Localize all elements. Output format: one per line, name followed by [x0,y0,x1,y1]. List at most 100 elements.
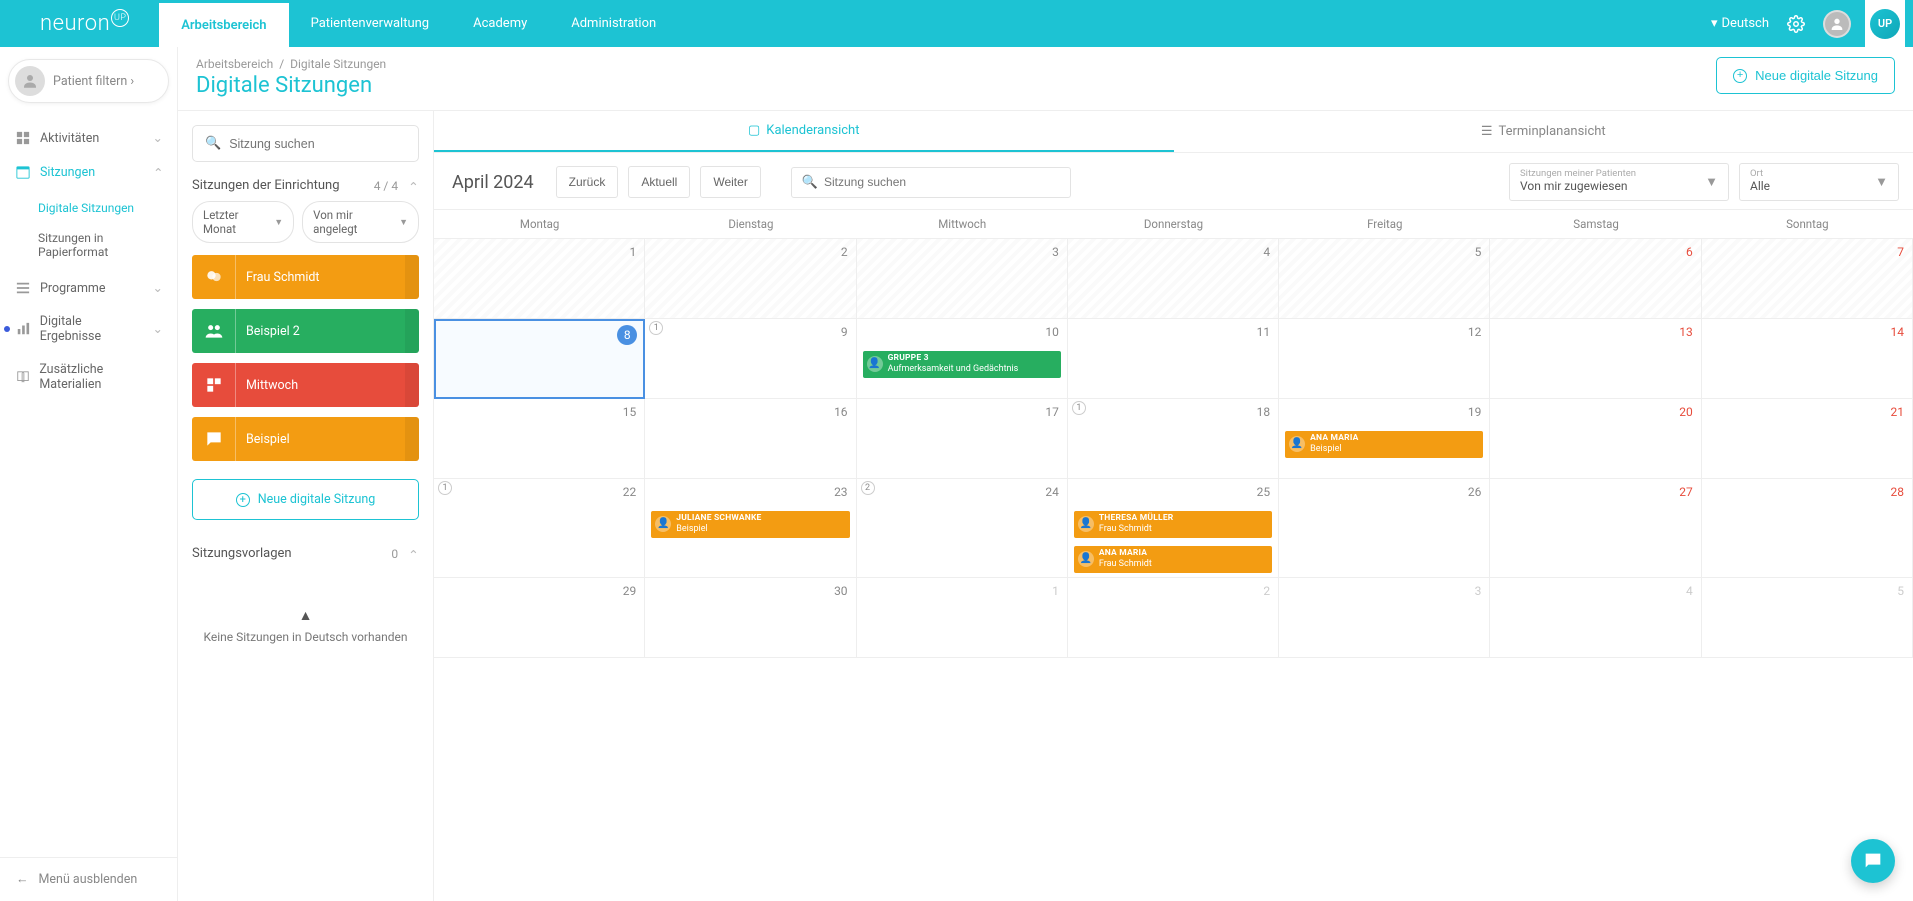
calendar-event[interactable]: 👤GRUPPE 3Aufmerksamkeit und Gedächtnis [863,351,1061,378]
corner-badge[interactable]: UP [1865,0,1905,47]
calendar-cell[interactable]: 1 [434,239,645,319]
calendar-cell[interactable]: 181 [1068,399,1279,479]
session-card[interactable]: Mittwoch [192,363,419,407]
calendar-cell[interactable]: 5 [1279,239,1490,319]
calendar-cell[interactable]: 25 👤THERESA MÜLLERFrau Schmidt 👤ANA MARIAF… [1068,479,1279,578]
calendar-event[interactable]: 👤THERESA MÜLLERFrau Schmidt [1074,511,1272,538]
select-patient-sessions[interactable]: Sitzungen meiner Patienten Von mir zugew… [1509,163,1729,201]
calendar-cell[interactable]: 16 [645,399,856,479]
new-session-button-top[interactable]: + Neue digitale Sitzung [1716,57,1895,94]
select-location[interactable]: Ort Alle ▼ [1739,163,1899,201]
day-number: 6 [1686,245,1693,259]
calendar-cell[interactable]: 28 [1702,479,1913,578]
submenu-digitale-sitzungen[interactable]: Digitale Sitzungen [0,193,177,223]
day-number: 4 [1263,245,1270,259]
calendar-event[interactable]: 👤JULIANE SCHWANKEBeispiel [651,511,849,538]
calendar-cell[interactable]: 242 [857,479,1068,578]
calendar-cell[interactable]: 3 [1279,578,1490,658]
day-number: 20 [1679,405,1693,419]
calendar-cell[interactable]: 4 [1068,239,1279,319]
chat-fab[interactable] [1851,839,1895,883]
menu-materialien[interactable]: Zusätzliche Materialien [0,353,177,401]
day-number: 21 [1891,405,1905,419]
day-number: 8 [617,325,637,345]
calendar-cell[interactable]: 13 [1490,319,1701,399]
calendar-search[interactable]: 🔍 [791,167,1071,198]
chevron-up-icon[interactable]: ⌄ [408,178,419,193]
person-icon [15,66,45,96]
drag-handle-icon[interactable] [405,309,419,353]
filter-time[interactable]: Letzter Monat▼ [192,201,294,243]
day-header: Sonntag [1702,210,1913,239]
day-number: 3 [1475,584,1482,598]
calendar-cell[interactable]: 19👤ANA MARIABeispiel [1279,399,1490,479]
calendar-cell[interactable]: 20 [1490,399,1701,479]
calendar-cell[interactable]: 4 [1490,578,1701,658]
session-card[interactable]: Frau Schmidt [192,255,419,299]
drag-handle-icon[interactable] [405,417,419,461]
calendar-cell[interactable]: 1 [857,578,1068,658]
avatar-icon: 👤 [655,516,671,532]
session-card[interactable]: Beispiel 2 [192,309,419,353]
menu-aktivitaeten[interactable]: Aktivitäten ⌄ [0,121,177,155]
nav-administration[interactable]: Administration [549,0,678,47]
book-icon [16,370,31,384]
calendar-cell[interactable]: 14 [1702,319,1913,399]
session-search[interactable]: 🔍 [192,125,419,162]
calendar-cell[interactable]: 10👤GRUPPE 3Aufmerksamkeit und Gedächtnis [857,319,1068,399]
calendar-cell[interactable]: 221 [434,479,645,578]
day-number: 25 [1257,485,1271,499]
user-avatar[interactable] [1823,10,1851,38]
calendar-cell[interactable]: 15 [434,399,645,479]
submenu-papierformat[interactable]: Sitzungen in Papierformat [0,223,177,267]
calendar-cell[interactable]: 3 [857,239,1068,319]
logo[interactable]: neuronUP [0,0,159,47]
calendar-cell[interactable]: 12 [1279,319,1490,399]
nav-arbeitsbereich[interactable]: Arbeitsbereich [159,0,288,47]
calendar-cell[interactable]: 21 [1702,399,1913,479]
day-header: Donnerstag [1068,210,1279,239]
calendar-event[interactable]: 👤ANA MARIABeispiel [1285,431,1483,458]
day-number: 11 [1257,325,1271,339]
hide-menu-button[interactable]: ← Menü ausblenden [0,857,177,901]
calendar-search-input[interactable] [824,175,1060,189]
arrow-left-icon: ← [16,872,29,887]
settings-button[interactable] [1783,11,1809,37]
sidebar: Patient filtern › Aktivitäten ⌄ Sitzunge… [0,47,178,901]
tab-calendar[interactable]: ▢ Kalenderansicht [434,111,1174,152]
new-session-button-panel[interactable]: + Neue digitale Sitzung [192,479,419,520]
nav-academy[interactable]: Academy [451,0,549,47]
cal-back-button[interactable]: Zurück [556,166,619,198]
session-search-input[interactable] [229,137,406,151]
tab-schedule[interactable]: ☰ Terminplanansicht [1174,111,1913,152]
calendar-cell[interactable]: 11 [1068,319,1279,399]
cal-next-button[interactable]: Weiter [700,166,760,198]
session-card[interactable]: Beispiel [192,417,419,461]
nav-patientenverwaltung[interactable]: Patientenverwaltung [289,0,452,47]
calendar-cell[interactable]: 27 [1490,479,1701,578]
menu-programme[interactable]: Programme ⌄ [0,271,177,305]
patient-filter[interactable]: Patient filtern › [8,59,169,103]
calendar-cell[interactable]: 17 [857,399,1068,479]
calendar-cell[interactable]: 2 [645,239,856,319]
calendar-cell[interactable]: 2 [1068,578,1279,658]
chevron-up-icon[interactable]: ⌄ [408,546,419,561]
menu-digitale-ergebnisse[interactable]: Digitale Ergebnisse ⌄ [0,305,177,353]
cal-today-button[interactable]: Aktuell [628,166,690,198]
calendar-cell[interactable]: 91 [645,319,856,399]
calendar-cell[interactable]: 23👤JULIANE SCHWANKEBeispiel [645,479,856,578]
drag-handle-icon[interactable] [405,255,419,299]
calendar-cell[interactable]: 30 [645,578,856,658]
calendar-cell[interactable]: 5 [1702,578,1913,658]
calendar-cell[interactable]: 26 [1279,479,1490,578]
calendar-cell[interactable]: 8 [434,319,645,399]
calendar-cell[interactable]: 6 [1490,239,1701,319]
calendar-cell[interactable]: 7 [1702,239,1913,319]
calendar-event[interactable]: 👤ANA MARIAFrau Schmidt [1074,546,1272,573]
calendar-cell[interactable]: 29 [434,578,645,658]
drag-handle-icon[interactable] [405,363,419,407]
filter-creator[interactable]: Von mir angelegt▼ [302,201,419,243]
language-select[interactable]: ▾ Deutsch [1711,16,1769,31]
crumb-arbeitsbereich[interactable]: Arbeitsbereich [196,57,273,71]
menu-sitzungen[interactable]: Sitzungen ⌄ [0,155,177,189]
